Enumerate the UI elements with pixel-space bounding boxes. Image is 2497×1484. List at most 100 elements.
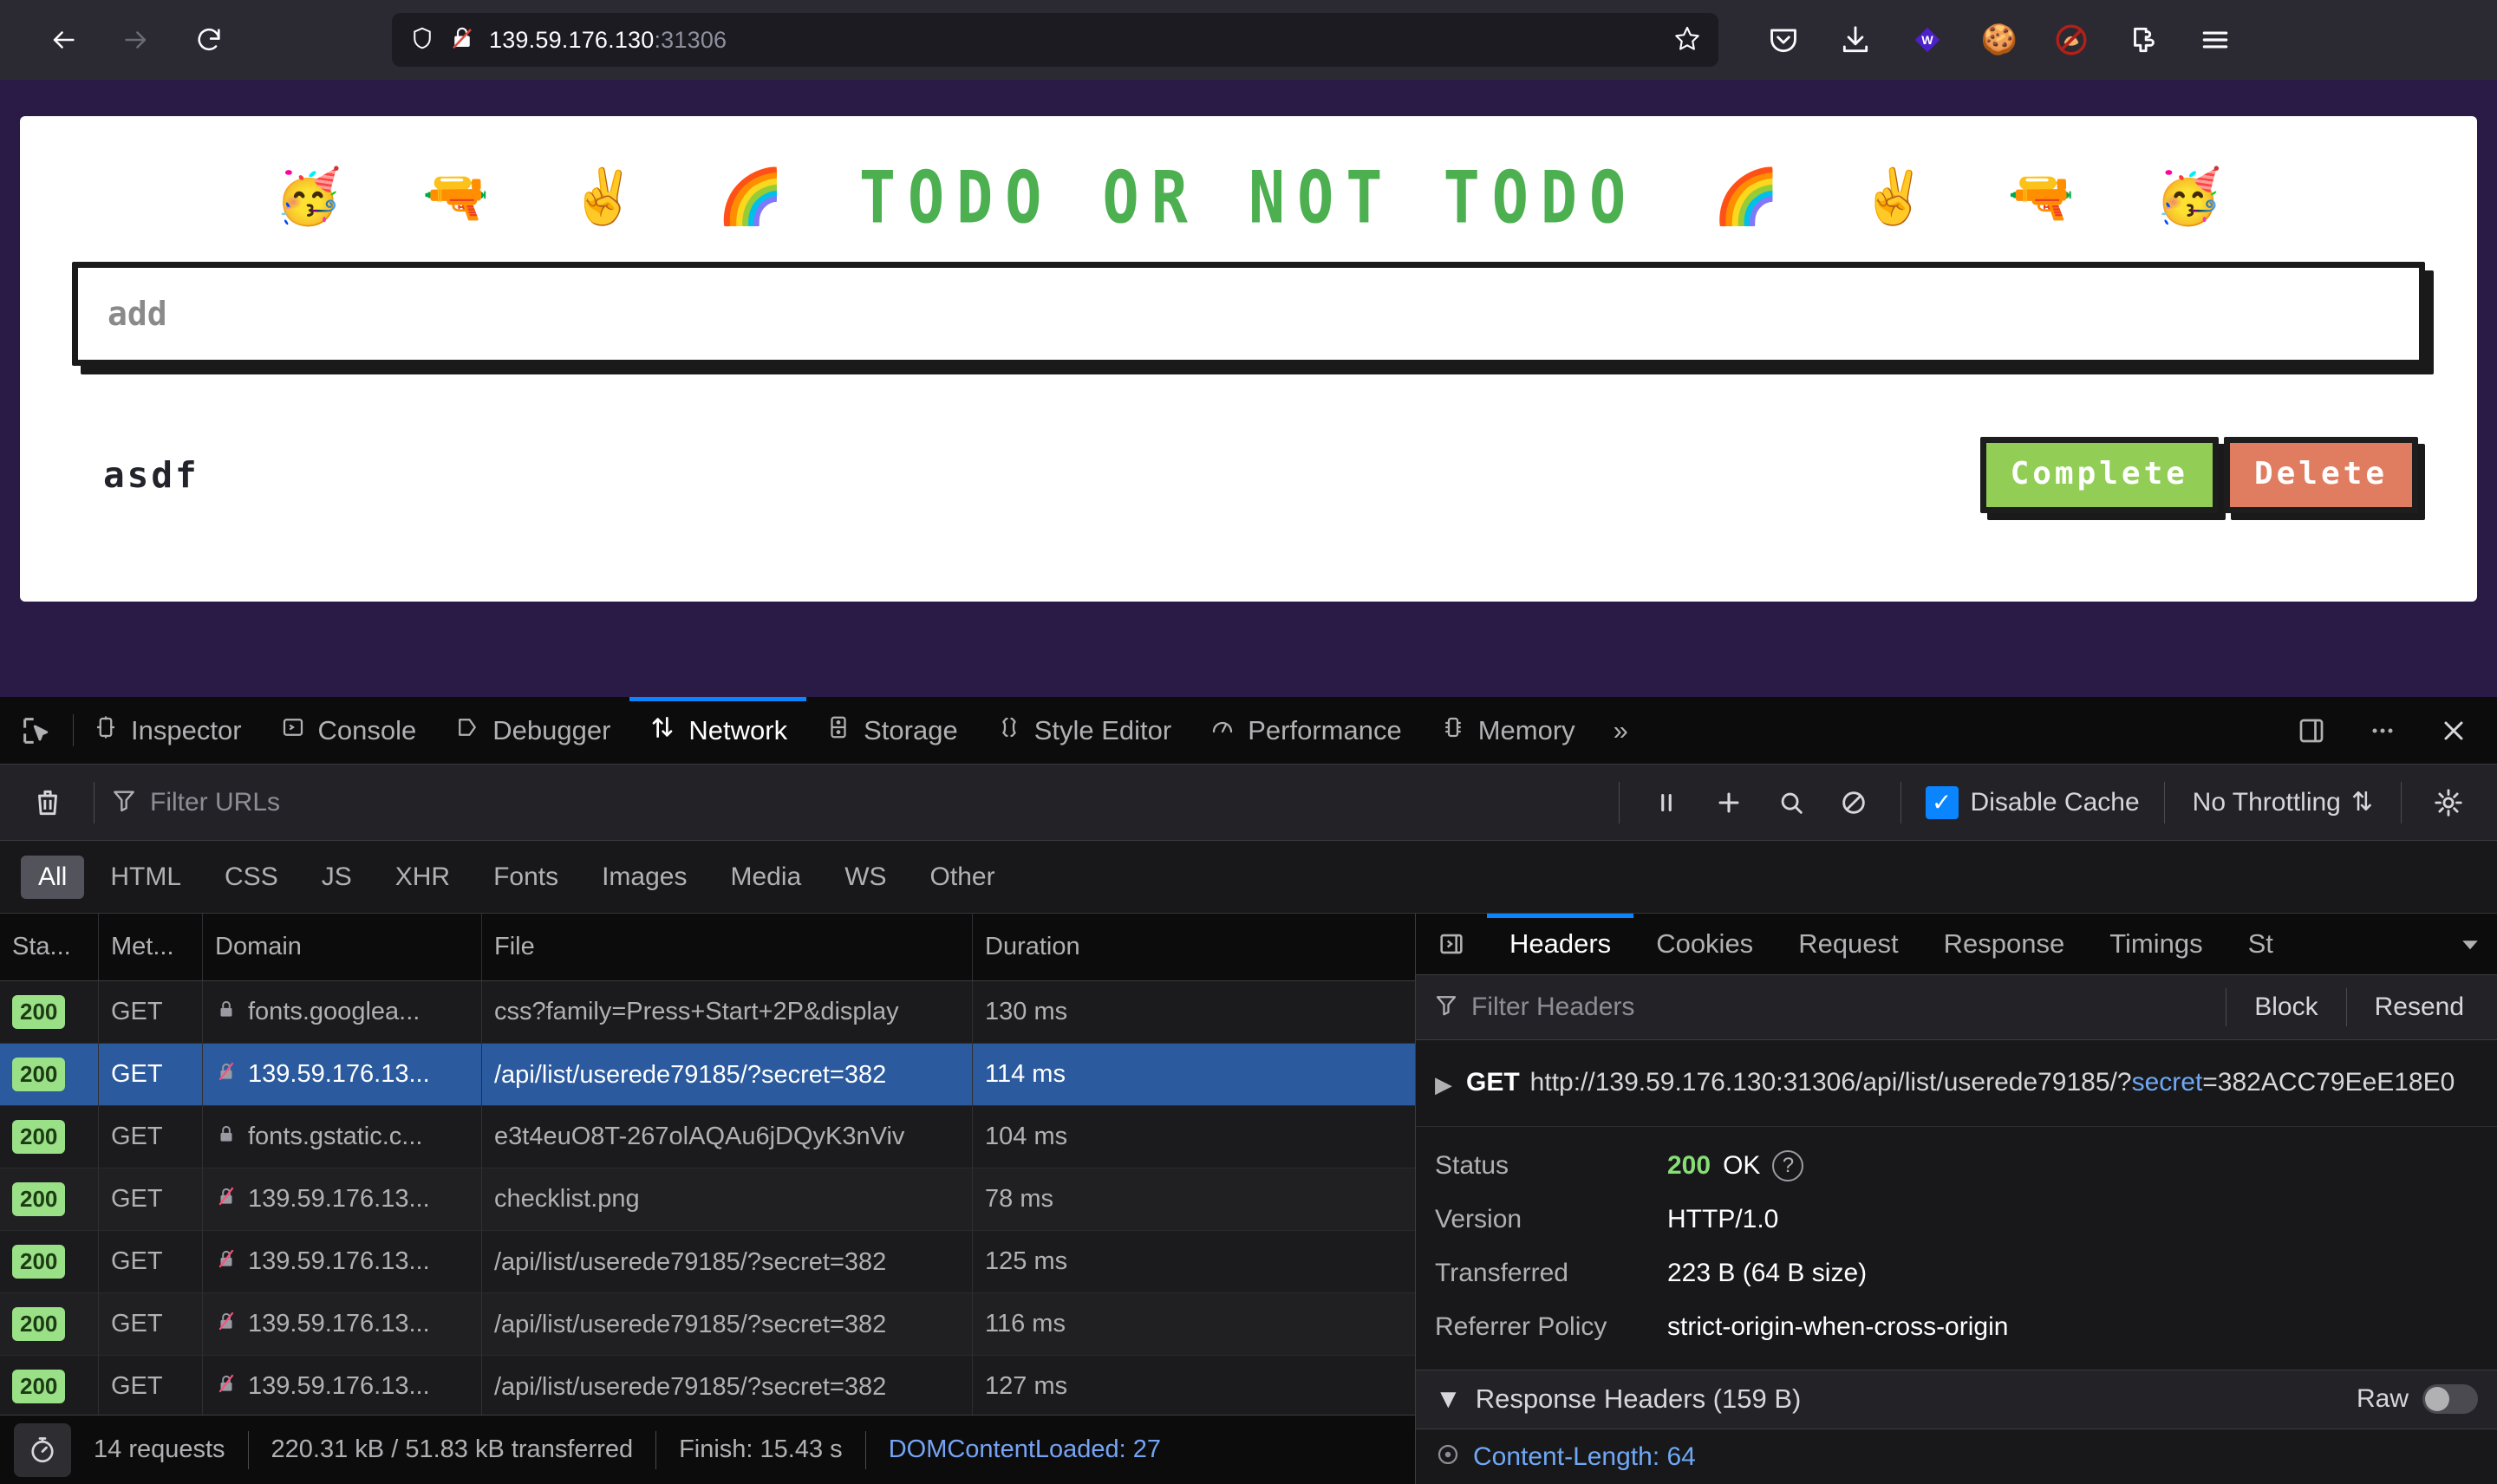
disable-cache-checkbox[interactable]: ✓ Disable Cache (1917, 785, 2148, 819)
element-picker-icon[interactable] (0, 697, 73, 764)
url-bar[interactable]: 139.59.176.130:31306 (392, 13, 1718, 67)
dock-position-icon[interactable] (2291, 710, 2332, 752)
type-filter-images[interactable]: Images (584, 856, 704, 899)
cell-status: 200 (0, 981, 99, 1043)
bookmark-star-icon[interactable] (1673, 24, 1701, 56)
column-header-method[interactable]: Met... (99, 914, 203, 980)
table-row[interactable]: 200 GET fonts.gstatic.c... e3t4euO8T-267olA… (0, 1106, 1415, 1168)
response-headers-section[interactable]: ▼ Response Headers (159 B) Raw (1416, 1369, 2497, 1429)
details-tab-timings[interactable]: Timings (2087, 914, 2225, 974)
search-icon[interactable] (1760, 780, 1822, 825)
details-tab-request[interactable]: Request (1776, 914, 1920, 974)
forward-button[interactable] (111, 15, 161, 65)
resend-button[interactable]: Resend (2359, 993, 2480, 1022)
status-badge: 200 (12, 1182, 66, 1216)
raw-toggle-group[interactable]: Raw (2357, 1384, 2478, 1415)
clear-requests-icon[interactable] (17, 786, 78, 819)
add-todo-input[interactable] (72, 262, 2425, 366)
delete-button[interactable]: Delete (2223, 437, 2418, 513)
field-value: 223 B (64 B size) (1667, 1258, 1868, 1287)
table-row[interactable]: 200 GET 139.59.176.13... /api/list/userede7… (0, 1044, 1415, 1106)
pause-recording-icon[interactable] (1635, 780, 1698, 825)
devtools-panel: Inspector Console Debugger Network Stora… (0, 697, 2497, 1484)
expand-triangle-icon[interactable]: ▶ (1435, 1071, 1452, 1098)
tab-memory[interactable]: Memory (1421, 697, 1594, 764)
details-tab-response[interactable]: Response (1921, 914, 2088, 974)
details-tabs-overflow-icon[interactable] (2457, 914, 2497, 974)
details-tab-headers[interactable]: Headers (1487, 914, 1634, 974)
type-filter-html[interactable]: HTML (93, 856, 199, 899)
extensions-puzzle-icon[interactable] (2123, 20, 2163, 60)
type-filter-js[interactable]: JS (304, 856, 369, 899)
type-filter-fonts[interactable]: Fonts (476, 856, 576, 899)
todo-item-label: asdf (103, 454, 199, 496)
timer-icon[interactable] (14, 1422, 71, 1477)
tab-debugger[interactable]: Debugger (435, 697, 629, 764)
table-row[interactable]: 200 GET 139.59.176.13... /api/list/userede7… (0, 1293, 1415, 1356)
details-tab-stacktrace[interactable]: St (2226, 914, 2296, 974)
table-row[interactable]: 200 GET 139.59.176.13... /api/list/userede7… (0, 1231, 1415, 1293)
tab-network[interactable]: Network (629, 697, 806, 764)
network-body: Sta... Met... Domain File Duration 200 GE… (0, 914, 2497, 1484)
close-devtools-icon[interactable] (2433, 710, 2474, 752)
help-icon[interactable]: ? (1772, 1149, 1804, 1181)
devtools-menu-icon[interactable] (2362, 710, 2403, 752)
divider (1618, 781, 1620, 823)
cell-duration: 78 ms (985, 1185, 1053, 1213)
page-title: TODO OR NOT TODO (858, 155, 1639, 240)
details-tab-cookies[interactable]: Cookies (1633, 914, 1776, 974)
downloads-icon[interactable] (1835, 20, 1875, 60)
tab-overflow[interactable]: » (1594, 697, 1647, 764)
response-headers-title: ▼ Response Headers (159 B) (1435, 1383, 1801, 1415)
cell-status: 200 (0, 1231, 99, 1292)
devtools-window-controls (2268, 697, 2497, 764)
response-headers-label: Response Headers (159 B) (1475, 1383, 1802, 1415)
tab-storage[interactable]: Storage (806, 697, 977, 764)
pocket-icon[interactable] (1764, 20, 1803, 60)
cell-status: 200 (0, 1106, 99, 1168)
filter-urls-input[interactable] (150, 787, 1603, 817)
cookie-icon[interactable]: 🍪 (1979, 20, 2019, 60)
block-requests-icon[interactable] (1822, 780, 1885, 825)
network-settings-gear-icon[interactable] (2417, 780, 2480, 825)
expand-details-icon[interactable] (1416, 914, 1487, 974)
request-url-query-value: =382ACC79EeE18E0 (2202, 1067, 2455, 1097)
tab-performance[interactable]: Performance (1190, 697, 1420, 764)
table-row[interactable]: 200 GET fonts.googlea... css?family=Press+S… (0, 981, 1415, 1044)
column-header-duration[interactable]: Duration (973, 914, 1415, 980)
column-header-file[interactable]: File (482, 914, 973, 980)
filter-headers-input[interactable] (1471, 992, 2214, 1022)
block-button[interactable]: Block (2239, 993, 2333, 1022)
type-filter-other[interactable]: Other (913, 856, 1013, 899)
wallet-extension-icon[interactable]: W (1907, 20, 1947, 60)
column-header-domain[interactable]: Domain (203, 914, 482, 980)
cell-method: GET (99, 1106, 203, 1168)
back-button[interactable] (38, 15, 88, 65)
type-filter-media[interactable]: Media (713, 856, 818, 899)
tab-inspector[interactable]: Inspector (74, 697, 261, 764)
type-filter-all[interactable]: All (21, 855, 85, 899)
new-request-icon[interactable] (1698, 780, 1760, 825)
performance-icon (1209, 714, 1235, 747)
table-row[interactable]: 200 GET 139.59.176.13... /api/list/userede7… (0, 1356, 1415, 1415)
cell-file: checklist.png (482, 1168, 973, 1230)
network-toolbar: ✓ Disable Cache No Throttling ⇅ (0, 765, 2497, 841)
reload-button[interactable] (184, 15, 234, 65)
lock-icon (215, 1123, 238, 1152)
complete-button[interactable]: Complete (1979, 437, 2219, 513)
column-header-status[interactable]: Sta... (0, 914, 99, 980)
type-filter-css[interactable]: CSS (207, 856, 296, 899)
filter-urls-field[interactable] (110, 786, 1603, 818)
collapse-triangle-icon[interactable]: ▼ (1435, 1383, 1462, 1415)
type-filter-xhr[interactable]: XHR (378, 856, 467, 899)
tab-console[interactable]: Console (261, 697, 436, 764)
type-filter-ws[interactable]: WS (827, 856, 903, 899)
no-fox-icon[interactable] (2051, 20, 2091, 60)
raw-toggle-switch[interactable] (2422, 1384, 2478, 1415)
request-url-row[interactable]: ▶ GET http://139.59.176.130:31306/api/lis… (1416, 1040, 2497, 1127)
throttling-dropdown[interactable]: No Throttling ⇅ (2181, 787, 2385, 817)
table-row[interactable]: 200 GET 139.59.176.13... checklist.png 78 ms (0, 1168, 1415, 1231)
navigation-buttons (38, 15, 234, 65)
tab-style-editor[interactable]: Style Editor (977, 697, 1191, 764)
app-menu-icon[interactable] (2195, 20, 2235, 60)
